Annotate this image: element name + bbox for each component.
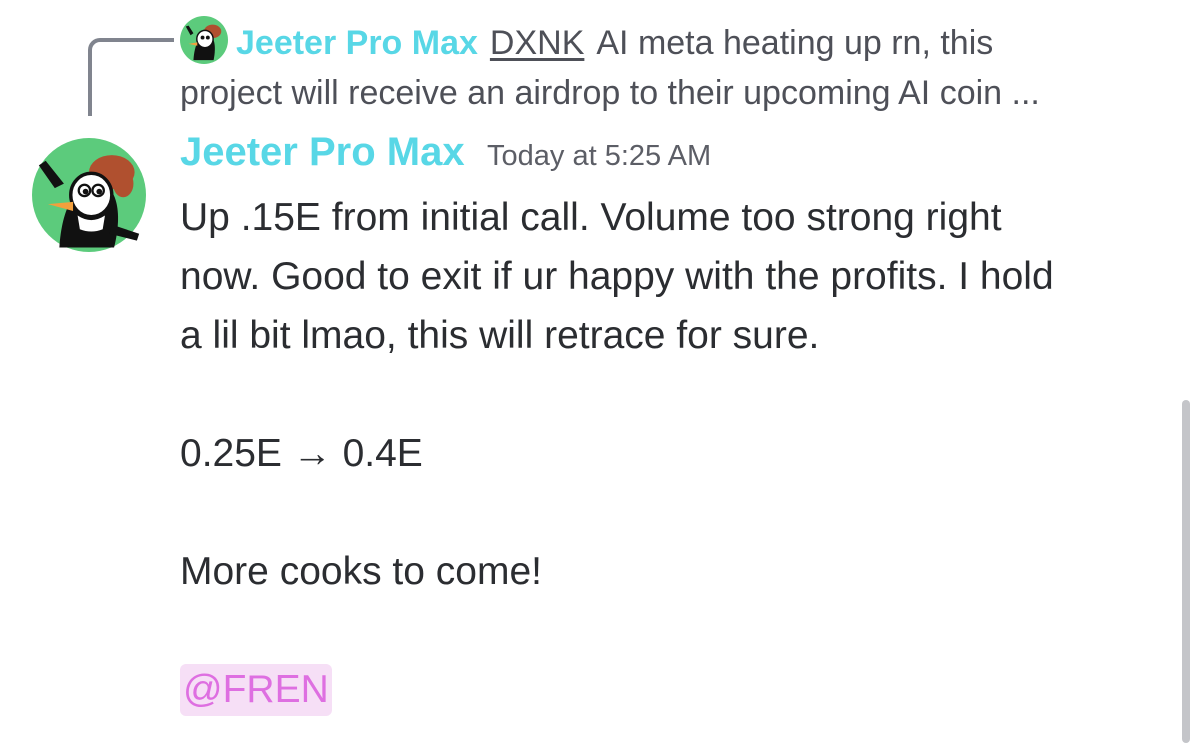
role-mention[interactable]: @FREN [180, 664, 332, 716]
price-change-line: 0.25E → 0.4E [180, 432, 423, 475]
author-name[interactable]: Jeeter Pro Max [180, 130, 465, 174]
message-timestamp[interactable]: Today at 5:25 AM [487, 140, 711, 172]
scrollbar[interactable] [1182, 400, 1190, 743]
closing-line: More cooks to come! [180, 550, 542, 593]
reply-avatar-icon[interactable] [180, 16, 228, 64]
chat-message-view: Jeeter Pro Max DXNK AI meta heating up rn,… [0, 0, 1200, 743]
message-line-1: Up .15E from initial call. Volume too st… [180, 196, 1002, 239]
reply-preview[interactable]: Jeeter Pro Max DXNK AI meta heating up rn,… [180, 16, 1170, 118]
message-body: Up .15E from initial call. Volume too st… [180, 188, 1170, 719]
reply-text-line-2: project will receive an airdrop to their… [180, 74, 1040, 112]
reply-tag-link[interactable]: DXNK [490, 24, 584, 62]
message-line-2: now. Good to exit if ur happy with the p… [180, 255, 1054, 298]
author-avatar-icon[interactable] [32, 138, 146, 252]
reply-connector-line [88, 38, 174, 116]
reply-author-name[interactable]: Jeeter Pro Max [236, 24, 478, 62]
message-header: Jeeter Pro Max Today at 5:25 AM [180, 130, 711, 175]
reply-text-line-1: AI meta heating up rn, this [596, 24, 994, 62]
message-line-3: a lil bit lmao, this will retrace for su… [180, 314, 820, 357]
